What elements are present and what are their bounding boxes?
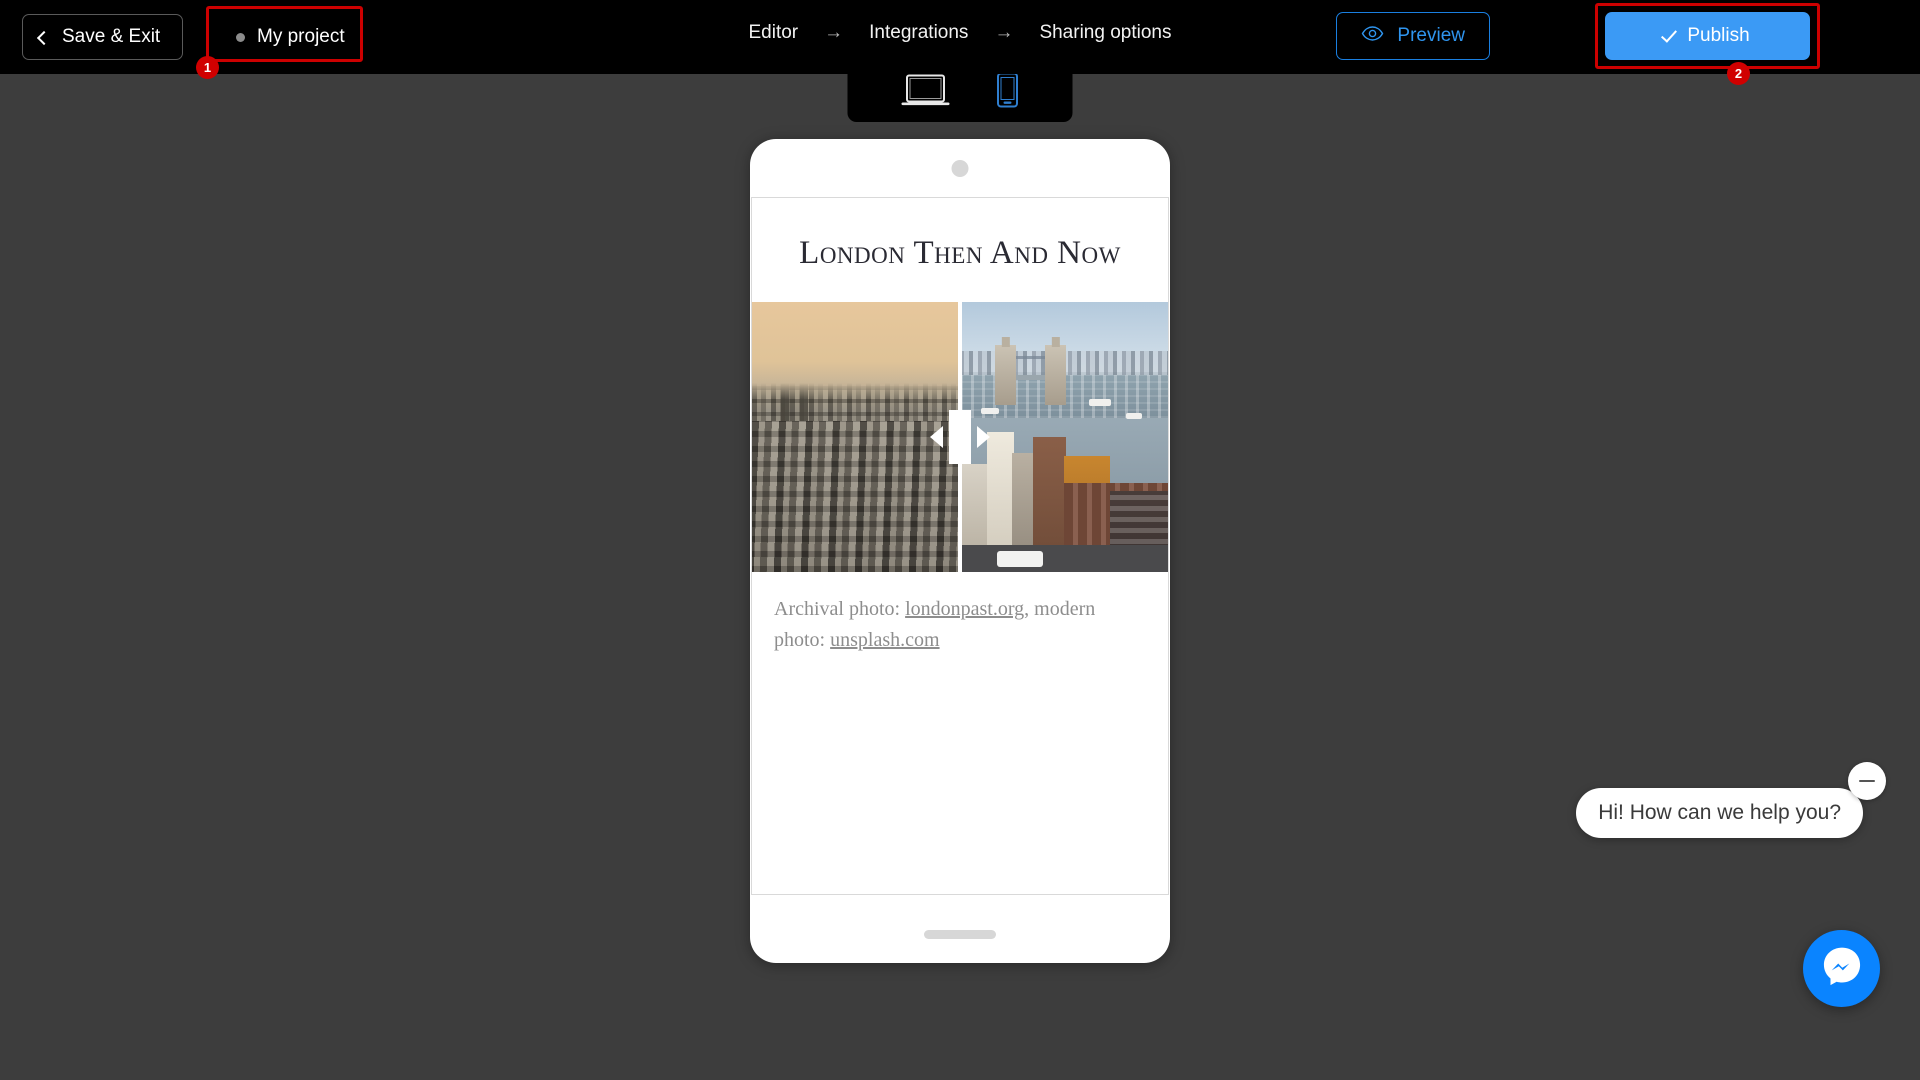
caption-link-londonpast[interactable]: londonpast.org (905, 598, 1024, 620)
tower-bridge-tower-right (1045, 345, 1067, 405)
breadcrumb-item-integrations[interactable]: Integrations (855, 22, 982, 44)
archival-photo-foreground (752, 421, 960, 573)
mobile-icon (993, 71, 1021, 114)
tower-bridge-tower-left (995, 345, 1017, 405)
image-comparison-slider[interactable] (752, 302, 1168, 573)
bus (997, 550, 1044, 567)
save-and-exit-label: Save & Exit (62, 26, 161, 47)
desktop-view-button[interactable] (899, 72, 951, 113)
project-name-label: My project (257, 26, 345, 47)
breadcrumb-item-sharing-options[interactable]: Sharing options (1025, 22, 1185, 44)
mobile-view-button[interactable] (993, 71, 1021, 114)
chat-greeting-bubble: Hi! How can we help you? (1576, 788, 1863, 838)
eye-icon (1361, 25, 1384, 47)
publish-label: Publish (1687, 25, 1750, 46)
boat (980, 407, 999, 414)
arrow-right-icon: → (824, 22, 844, 43)
editor-topbar: Save & Exit My project Editor → Integrat… (0, 0, 1920, 74)
comparison-arrow-right-icon[interactable] (977, 426, 990, 449)
comparison-arrow-left-icon[interactable] (930, 426, 943, 449)
breadcrumb-item-editor[interactable]: Editor (735, 22, 813, 44)
boat (1126, 412, 1143, 419)
chat-minimize-button[interactable] (1848, 762, 1886, 800)
chevron-left-icon (36, 30, 52, 45)
photo-credit-caption: Archival photo: londonpast.org, modern p… (774, 594, 1146, 656)
publish-button[interactable]: Publish (1605, 12, 1810, 60)
annotation-badge-2: 2 (1727, 62, 1750, 85)
status-dot-icon (236, 32, 245, 42)
laptop-icon (899, 72, 951, 113)
preview-label: Preview (1397, 25, 1465, 46)
preview-viewport[interactable]: London Then And Now Archival photo: lond… (751, 197, 1169, 895)
camera-dot-icon (951, 160, 969, 177)
mobile-preview-frame: London Then And Now Archival photo: lond… (750, 139, 1170, 963)
home-indicator (924, 930, 996, 939)
modern-photo (960, 302, 1168, 573)
messenger-launcher-button[interactable] (1803, 930, 1880, 1007)
check-icon (1661, 25, 1678, 43)
minus-icon (1859, 779, 1875, 783)
annotation-badge-1: 1 (196, 56, 219, 79)
comparison-image-modern (960, 302, 1168, 573)
arrow-right-icon: → (994, 22, 1014, 43)
messenger-icon (1820, 944, 1864, 993)
comparison-drag-handle[interactable] (949, 410, 971, 465)
street (960, 545, 1168, 573)
save-and-exit-button[interactable]: Save & Exit (22, 14, 184, 60)
boat (1088, 399, 1111, 407)
project-name-chip[interactable]: My project (214, 14, 367, 60)
caption-prefix: Archival photo: (774, 598, 906, 621)
caption-link-unsplash[interactable]: unsplash.com (830, 629, 939, 651)
preview-button[interactable]: Preview (1336, 12, 1490, 60)
page-title: London Then And Now (799, 235, 1121, 271)
comparison-image-archival (752, 302, 960, 573)
